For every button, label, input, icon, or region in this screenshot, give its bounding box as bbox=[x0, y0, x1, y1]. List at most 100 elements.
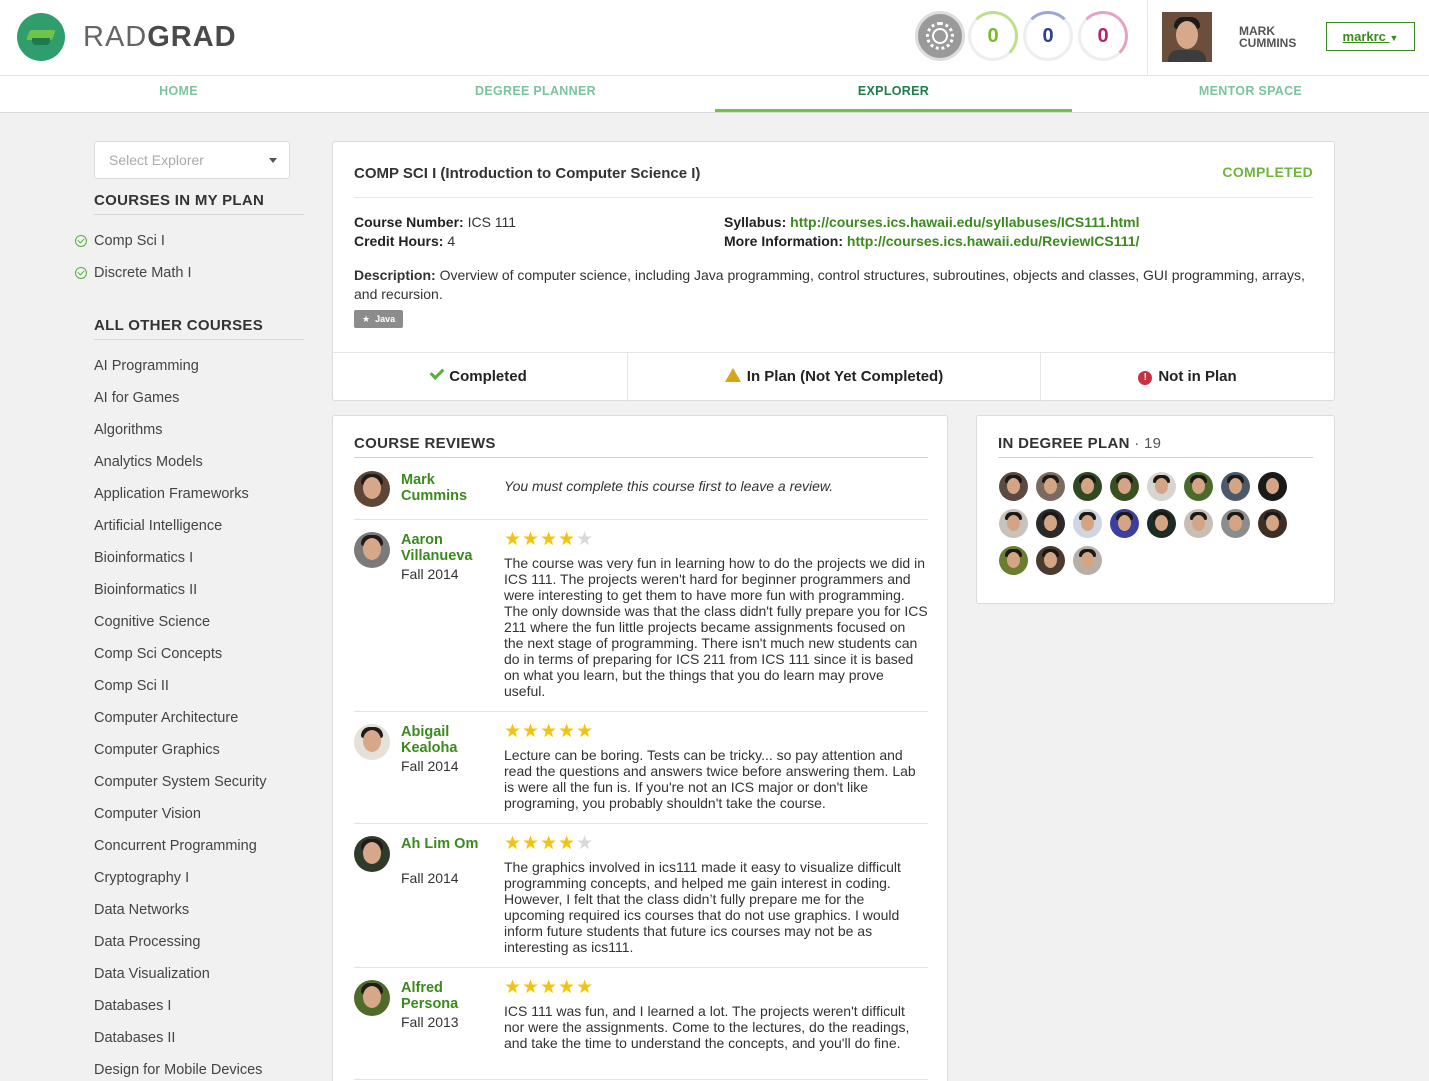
sidebar-item-course[interactable]: Computer Graphics bbox=[94, 734, 304, 766]
more-info-link[interactable]: http://courses.ics.hawaii.edu/ReviewICS1… bbox=[847, 233, 1140, 249]
student-avatar[interactable] bbox=[1184, 509, 1213, 538]
sidebar-item-course[interactable]: Bioinformatics I bbox=[94, 542, 304, 574]
student-avatar[interactable] bbox=[1036, 546, 1065, 575]
sidebar-item-label: Analytics Models bbox=[94, 454, 203, 470]
student-avatar[interactable] bbox=[1110, 509, 1139, 538]
credit-hours-field: Credit Hours: 4 bbox=[354, 233, 455, 249]
review-text: The course was very fun in learning how … bbox=[504, 555, 928, 699]
sidebar-item-course[interactable]: Artificial Intelligence bbox=[94, 510, 304, 542]
syllabus-link[interactable]: http://courses.ics.hawaii.edu/syllabuses… bbox=[790, 214, 1139, 230]
sidebar-item-discrete-math-i[interactable]: Discrete Math I bbox=[75, 257, 304, 289]
sidebar-item-course[interactable]: Data Networks bbox=[94, 894, 304, 926]
review-term: Fall 2014 bbox=[401, 566, 459, 582]
completed-button[interactable]: Completed bbox=[333, 353, 627, 401]
description-text: Overview of computer science, including … bbox=[354, 267, 1305, 302]
sidebar-item-course[interactable]: Computer Architecture bbox=[94, 702, 304, 734]
sidebar-item-course[interactable]: Comp Sci Concepts bbox=[94, 638, 304, 670]
student-avatar[interactable] bbox=[1258, 472, 1287, 501]
sidebar-item-course[interactable]: Databases I bbox=[94, 990, 304, 1022]
sidebar-item-course[interactable]: Design for Mobile Devices bbox=[94, 1054, 304, 1081]
student-avatar[interactable] bbox=[1073, 472, 1102, 501]
sidebar-item-course[interactable]: Comp Sci II bbox=[94, 670, 304, 702]
star-rating: ★★★★★ bbox=[504, 722, 594, 741]
sidebar-item-course[interactable]: Databases II bbox=[94, 1022, 304, 1054]
student-avatar[interactable] bbox=[1258, 509, 1287, 538]
review-text: Lecture can be boring. Tests can be tric… bbox=[504, 747, 916, 811]
experience-score[interactable]: 0 bbox=[1078, 11, 1128, 61]
course-reviews-card: COURSE REVIEWS Mark Cummins You must com… bbox=[332, 415, 948, 1081]
reviewer-name[interactable]: Mark Cummins bbox=[401, 472, 481, 504]
student-avatar[interactable] bbox=[1036, 472, 1065, 501]
sidebar-item-course[interactable]: Algorithms bbox=[94, 414, 304, 446]
sidebar-item-course[interactable]: Computer System Security bbox=[94, 766, 304, 798]
student-avatar[interactable] bbox=[1147, 472, 1176, 501]
credit-hours-label: Credit Hours: bbox=[354, 233, 444, 249]
brand-name[interactable]: RADGRAD bbox=[83, 21, 237, 54]
in-plan-button[interactable]: In Plan (Not Yet Completed) bbox=[627, 353, 1040, 401]
degree-plan-count: 19 bbox=[1143, 435, 1162, 452]
reviews-header: COURSE REVIEWS bbox=[354, 435, 496, 452]
tab-home[interactable]: HOME bbox=[0, 76, 357, 112]
sidebar-item-label: Computer Vision bbox=[94, 806, 201, 822]
student-avatar[interactable] bbox=[1221, 472, 1250, 501]
student-avatar[interactable] bbox=[999, 546, 1028, 575]
user-menu-label: markrc bbox=[1342, 29, 1386, 44]
sidebar-item-label: AI for Games bbox=[94, 390, 180, 406]
degree-plan-count-wrap: · 19 bbox=[1134, 435, 1162, 452]
sidebar-item-label: Data Visualization bbox=[94, 966, 210, 982]
sidebar-item-course[interactable]: Analytics Models bbox=[94, 446, 304, 478]
sidebar-item-label: Bioinformatics II bbox=[94, 582, 198, 598]
competency-score[interactable]: 0 bbox=[1023, 11, 1073, 61]
student-avatar[interactable] bbox=[999, 472, 1028, 501]
star-rating: ★★★★★ bbox=[504, 834, 594, 853]
student-avatar[interactable] bbox=[1036, 509, 1065, 538]
student-avatar[interactable] bbox=[1073, 546, 1102, 575]
sidebar-item-course[interactable]: AI Programming bbox=[94, 350, 304, 382]
course-card: COMP SCI I (Introduction to Computer Sci… bbox=[332, 141, 1335, 401]
sidebar-item-label: Computer System Security bbox=[94, 774, 267, 790]
top-bar: RADGRAD 0 0 0 MARK CUMMINS markrc ▼ bbox=[0, 0, 1429, 76]
student-avatar[interactable] bbox=[1221, 509, 1250, 538]
innovation-score[interactable]: 0 bbox=[968, 11, 1018, 61]
student-avatar[interactable] bbox=[999, 509, 1028, 538]
reviewer-name[interactable]: Alfred Persona bbox=[401, 980, 481, 1012]
sidebar-item-course[interactable]: Data Processing bbox=[94, 926, 304, 958]
sidebar-item-course[interactable]: Cryptography I bbox=[94, 862, 304, 894]
review-term: Fall 2013 bbox=[401, 1014, 459, 1030]
syllabus-field: Syllabus: http://courses.ics.hawaii.edu/… bbox=[724, 214, 1140, 230]
user-menu-button[interactable]: markrc ▼ bbox=[1326, 22, 1415, 51]
reviewer-name[interactable]: Abigail Kealoha bbox=[401, 724, 481, 756]
sidebar-item-course[interactable]: Bioinformatics II bbox=[94, 574, 304, 606]
radgrad-logo-icon[interactable] bbox=[17, 13, 65, 61]
star-icon: ★★★★★ bbox=[504, 721, 595, 742]
sidebar-item-course[interactable]: Concurrent Programming bbox=[94, 830, 304, 862]
degree-plan-header: IN DEGREE PLAN · 19 bbox=[998, 435, 1161, 452]
student-avatar[interactable] bbox=[1110, 472, 1139, 501]
explorer-select[interactable]: Select Explorer bbox=[94, 141, 290, 179]
student-avatar[interactable] bbox=[1147, 509, 1176, 538]
tab-mentor-space[interactable]: MENTOR SPACE bbox=[1072, 76, 1429, 112]
student-avatar[interactable] bbox=[1184, 472, 1213, 501]
sidebar-item-course[interactable]: Application Frameworks bbox=[94, 478, 304, 510]
sidebar-item-label: Computer Architecture bbox=[94, 710, 239, 726]
review-term: Fall 2014 bbox=[401, 870, 459, 886]
star-rating: ★★★★★ bbox=[504, 978, 594, 997]
tab-explorer[interactable]: EXPLORER bbox=[715, 76, 1072, 112]
other-courses-list: AI Programming AI for Games Algorithms Anal… bbox=[94, 350, 304, 1081]
interest-tag[interactable]: ★ Java bbox=[354, 310, 404, 328]
user-last-name: CUMMINS bbox=[1239, 36, 1297, 50]
sidebar-item-course[interactable]: Cognitive Science bbox=[94, 606, 304, 638]
in-plan-label: In Plan (Not Yet Completed) bbox=[746, 368, 944, 385]
not-in-plan-button[interactable]: ! Not in Plan bbox=[1040, 353, 1334, 401]
student-avatar[interactable] bbox=[1073, 509, 1102, 538]
sidebar-item-comp-sci-i[interactable]: Comp Sci I bbox=[75, 225, 304, 257]
user-avatar[interactable] bbox=[1162, 12, 1212, 62]
ice-badge-icon[interactable] bbox=[915, 11, 965, 61]
reviewer-name[interactable]: Ah Lim Om bbox=[401, 836, 481, 852]
sidebar-item-course[interactable]: AI for Games bbox=[94, 382, 304, 414]
sidebar-item-course[interactable]: Computer Vision bbox=[94, 798, 304, 830]
tab-degree-planner[interactable]: DEGREE PLANNER bbox=[357, 76, 714, 112]
sidebar-item-course[interactable]: Data Visualization bbox=[94, 958, 304, 990]
reviewer-name[interactable]: Aaron Villanueva bbox=[401, 532, 481, 564]
course-status: COMPLETED bbox=[1222, 164, 1313, 180]
